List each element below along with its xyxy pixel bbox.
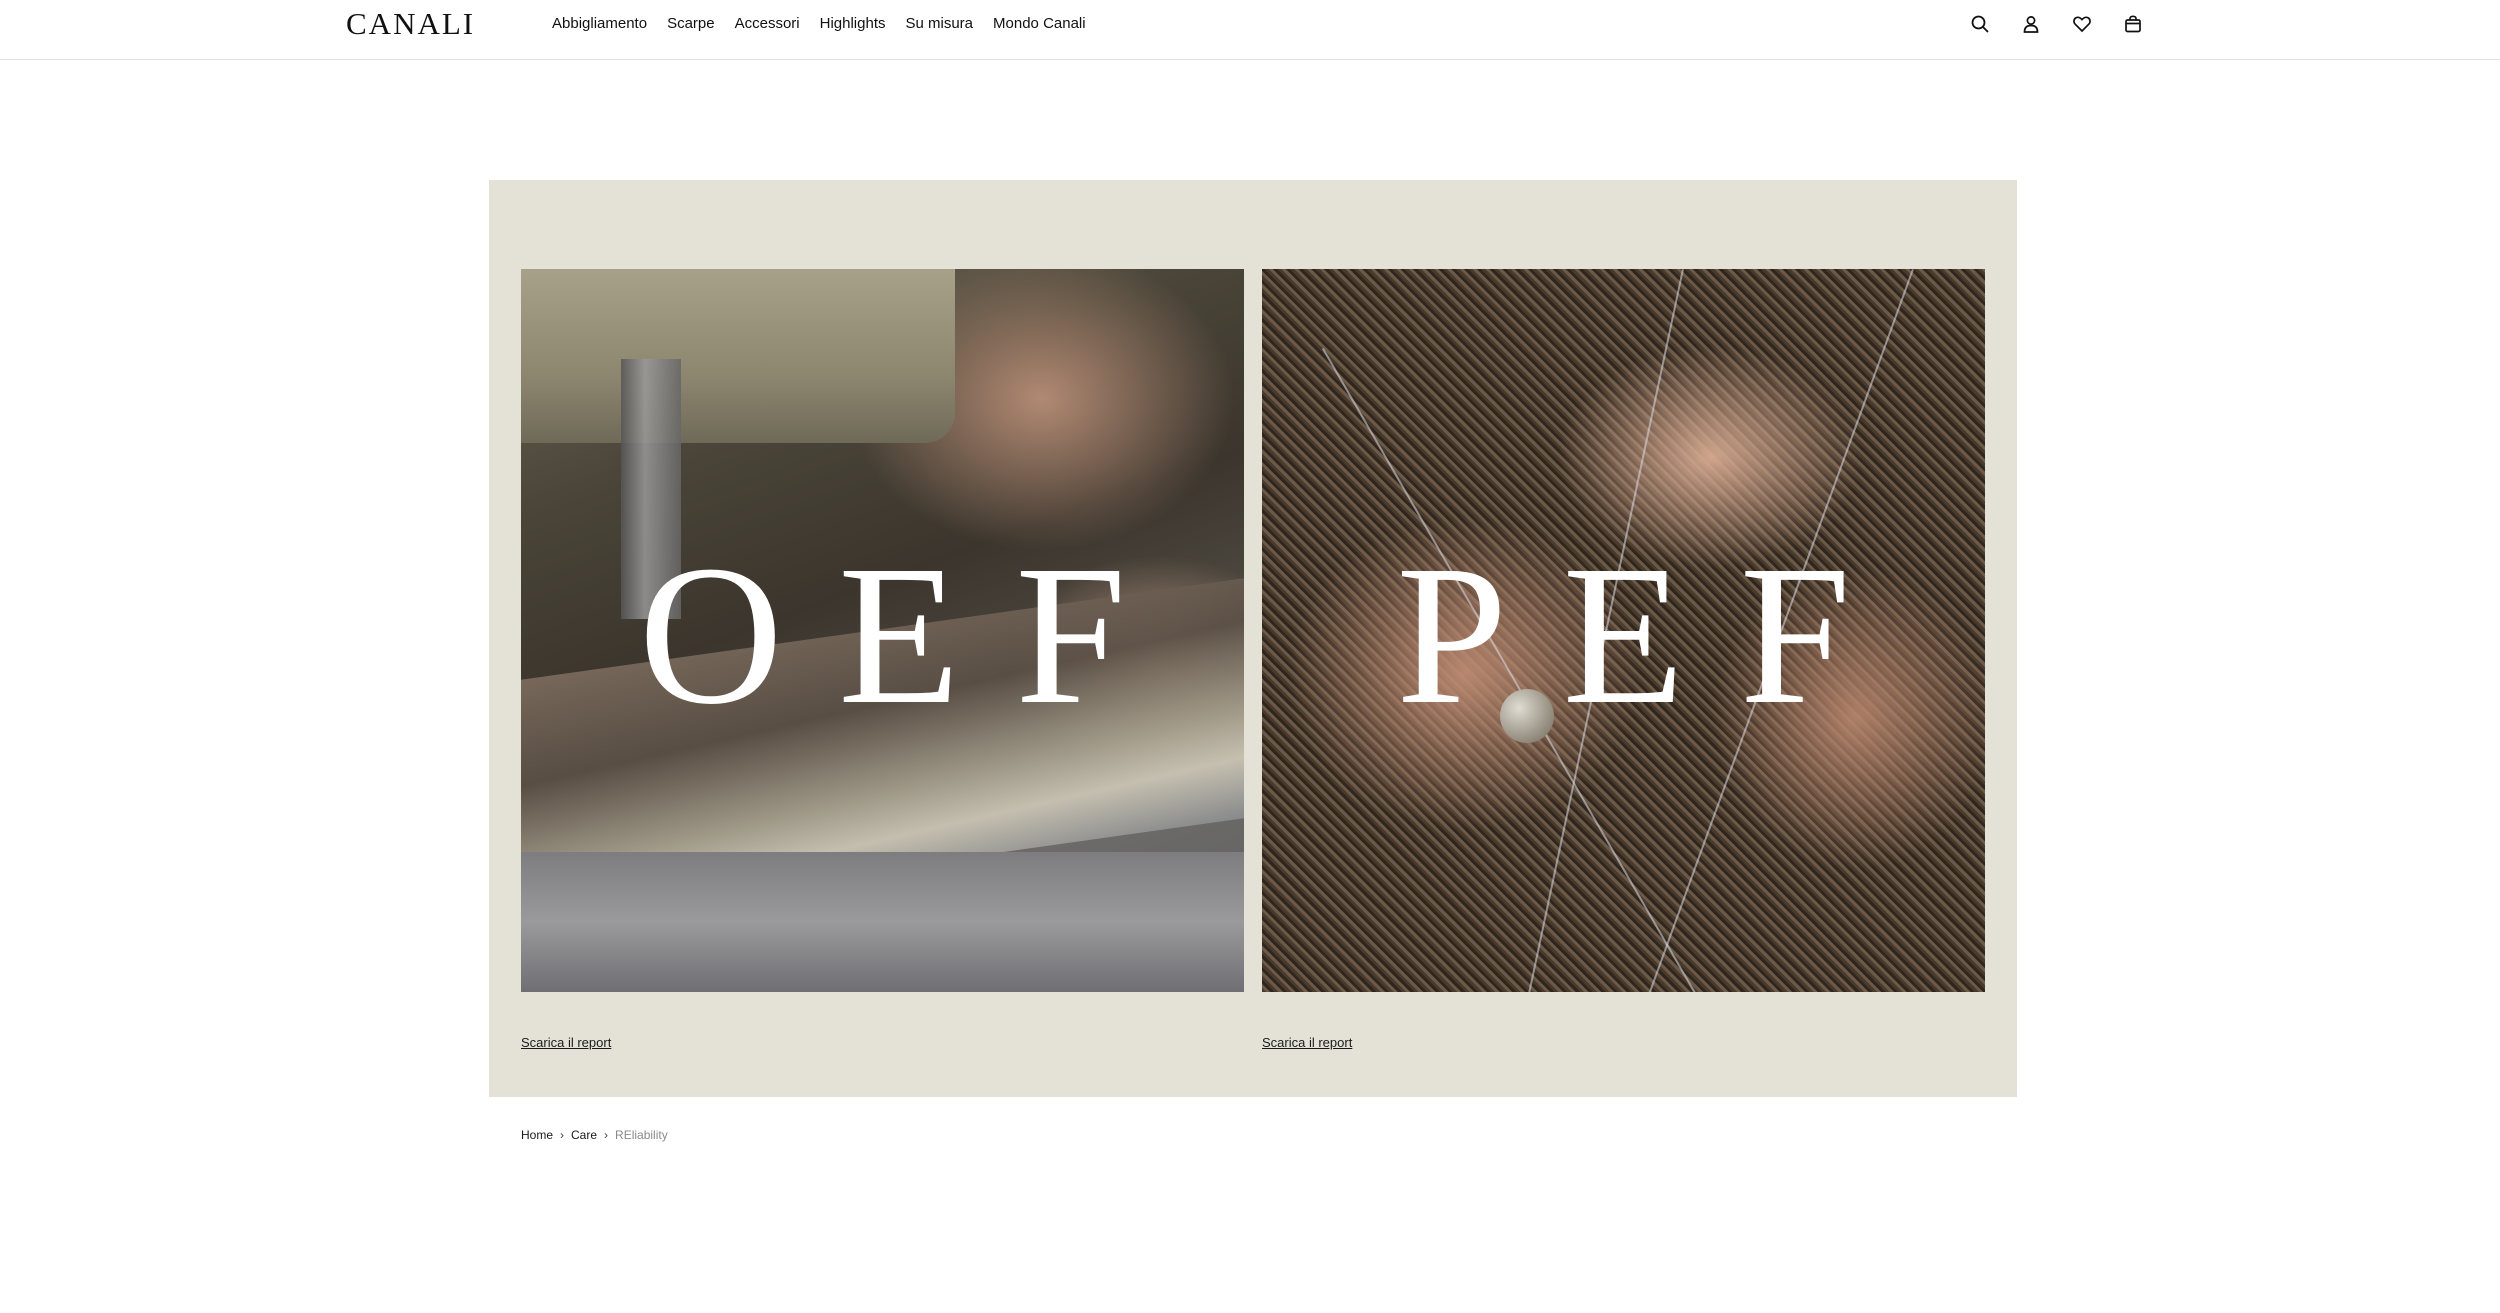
nav-item-scarpe[interactable]: Scarpe: [667, 14, 715, 34]
card-title: OEF: [638, 524, 1182, 746]
breadcrumb-current: REliability: [615, 1128, 668, 1142]
nav-item-mondo-canali[interactable]: Mondo Canali: [993, 14, 1086, 34]
site-header: CANALI Abbigliamento Scarpe Accessori Hi…: [0, 0, 2500, 60]
breadcrumb-home[interactable]: Home: [521, 1128, 553, 1142]
download-report-link[interactable]: Scarica il report: [1262, 1035, 1352, 1050]
search-icon[interactable]: [1966, 12, 1994, 36]
report-card-oef[interactable]: OEF: [521, 269, 1244, 992]
card-title: PEF: [1396, 524, 1906, 746]
header-icons: [1966, 12, 2170, 36]
download-report-link[interactable]: Scarica il report: [521, 1035, 611, 1050]
chevron-right-icon: ›: [560, 1128, 565, 1142]
canali-logo[interactable]: CANALI: [346, 6, 475, 42]
nav-item-su-misura[interactable]: Su misura: [906, 14, 974, 34]
main-nav: Abbigliamento Scarpe Accessori Highlight…: [552, 14, 1106, 34]
report-card-pef[interactable]: PEF: [1262, 269, 1985, 992]
nav-item-accessori[interactable]: Accessori: [735, 14, 800, 34]
nav-item-abbigliamento[interactable]: Abbigliamento: [552, 14, 647, 34]
bag-icon[interactable]: [2119, 12, 2147, 36]
account-icon[interactable]: [2017, 12, 2045, 36]
breadcrumb-care[interactable]: Care: [571, 1128, 597, 1142]
chevron-right-icon: ›: [604, 1128, 609, 1142]
reports-panel: OEF PEF Scarica il report Scarica il rep…: [489, 180, 2017, 1097]
nav-item-highlights[interactable]: Highlights: [820, 14, 886, 34]
wishlist-icon[interactable]: [2068, 12, 2096, 36]
breadcrumb: Home › Care › REliability: [521, 1128, 668, 1142]
